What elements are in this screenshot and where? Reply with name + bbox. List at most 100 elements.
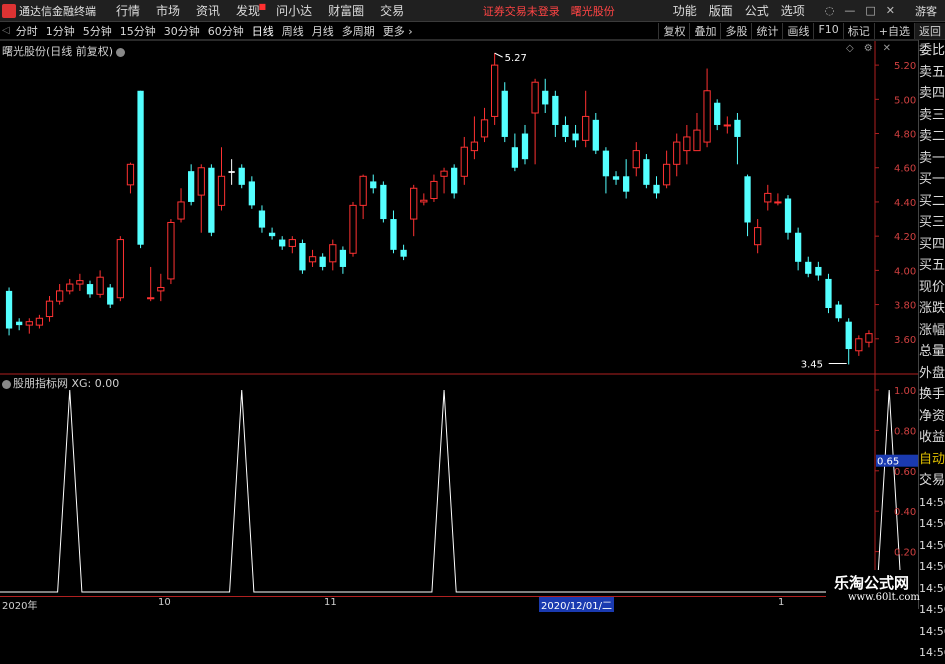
panel-row[interactable]: 买四 <box>919 234 945 256</box>
candle-body-up <box>531 81 539 114</box>
menu-ask-xiaoda[interactable]: 问小达 <box>268 2 320 19</box>
dropdown-icon[interactable] <box>116 47 126 57</box>
candle-body-down <box>825 278 832 308</box>
tool-stats-button[interactable]: 统计 <box>751 22 782 39</box>
tick-time: 14:56 <box>919 581 945 595</box>
period-tab[interactable]: 60分钟 <box>204 23 248 39</box>
panel-row[interactable]: 卖四 <box>919 83 945 105</box>
panel-row[interactable]: 买五 <box>919 255 945 277</box>
candle-body-down <box>805 261 812 274</box>
candle-body-up <box>349 204 357 254</box>
candle-body-up <box>855 338 863 352</box>
menu-trade[interactable]: 交易 <box>372 2 412 19</box>
auto-toggle[interactable]: 自动 <box>919 449 945 471</box>
period-tab[interactable]: 30分钟 <box>160 23 204 39</box>
minimize-icon[interactable]: — <box>844 4 855 17</box>
tick-time: 14:56 <box>919 538 945 552</box>
panel-row[interactable]: 涨幅 <box>919 320 945 342</box>
watermark-url: www.60lt.com <box>848 592 920 603</box>
panel-row[interactable]: 买一 <box>919 169 945 191</box>
period-tab[interactable]: 月线 <box>308 23 338 39</box>
candle-body-down <box>542 90 549 105</box>
menu-news[interactable]: 资讯 <box>188 2 228 19</box>
date-label: 11 <box>324 597 337 608</box>
tool-mark-button[interactable]: 标记 <box>842 22 874 39</box>
candle-body-up <box>157 286 165 292</box>
candle-body-up <box>662 163 671 186</box>
menu-market[interactable]: 市场 <box>148 2 188 19</box>
period-tab[interactable]: 15分钟 <box>116 23 160 39</box>
menu-options[interactable]: 选项 <box>775 2 811 19</box>
period-tab-active[interactable]: 日线 <box>248 23 278 39</box>
help-icon[interactable]: ◌ <box>825 4 835 17</box>
panel-row[interactable]: 换手 <box>919 384 945 406</box>
dropdown-icon[interactable] <box>2 379 11 389</box>
period-tab[interactable]: 多周期 <box>338 23 379 39</box>
panel-row[interactable]: 卖三 <box>919 105 945 127</box>
period-tab[interactable]: 1分钟 <box>42 23 79 39</box>
window-icons: ◌ — □ ✕ <box>825 4 895 17</box>
panel-row[interactable]: 涨跌 <box>919 298 945 320</box>
high-arrow <box>494 52 503 58</box>
candle-body-down <box>521 133 529 160</box>
candle-body-up <box>491 64 499 117</box>
panel-row[interactable]: 外盘 <box>919 363 945 385</box>
period-tab[interactable]: 5分钟 <box>79 23 116 39</box>
candle-body-up <box>430 180 438 200</box>
tool-f10-button[interactable]: F10 <box>813 22 842 39</box>
candle-body-up <box>359 175 367 206</box>
app-title: 通达信金融终端 <box>0 3 108 19</box>
candle-body-up <box>865 333 873 343</box>
panel-row[interactable]: 现价 <box>919 277 945 299</box>
panel-row[interactable]: 卖一 <box>919 148 945 170</box>
panel-row[interactable]: 卖二 <box>919 126 945 148</box>
candle-body-down <box>188 171 195 202</box>
tool-multi-stock-button[interactable]: 多股 <box>720 22 751 39</box>
candle-body-down <box>592 119 599 151</box>
chart-canvas[interactable]: 3.60 3.80 4.00 4.20 4.40 4.60 4.80 5.00 5.20 5.2… <box>0 40 918 596</box>
app-logo-icon <box>2 3 16 18</box>
indicator-title-text: 股朋指标网 XG: 0.00 <box>13 377 120 390</box>
tool-add-watchlist-button[interactable]: +自选 <box>873 22 914 39</box>
period-tab[interactable]: 分时 <box>12 23 42 39</box>
indicator-marker-label: 0.65 <box>877 457 899 468</box>
candle-body-up <box>754 227 762 246</box>
candle-body-down <box>845 321 852 350</box>
candle-body-down <box>16 321 23 326</box>
candle-body-up <box>764 192 772 203</box>
diamond-icon[interactable]: ◇ <box>846 43 854 54</box>
trade-tab[interactable]: 交易 <box>919 470 945 492</box>
price-tick-label: 3.80 <box>894 301 916 312</box>
period-prev-icon[interactable]: ◁ <box>0 25 12 36</box>
menu-market-quotes[interactable]: 行情 <box>108 2 148 19</box>
tool-draw-button[interactable]: 画线 <box>782 22 813 39</box>
period-tab[interactable]: 周线 <box>278 23 308 39</box>
candle-body-up <box>177 201 185 220</box>
menu-discover[interactable]: 发现 ■ <box>228 2 268 19</box>
close-icon[interactable]: ✕ <box>886 4 895 17</box>
tool-overlay-button[interactable]: 叠加 <box>689 22 720 39</box>
panel-row[interactable]: 卖五 <box>919 62 945 84</box>
panel-row[interactable]: 委比 <box>919 40 945 62</box>
panel-row[interactable]: 买三 <box>919 212 945 234</box>
guest-label[interactable]: 游客 <box>909 3 945 19</box>
candle-body-up <box>582 115 590 141</box>
panel-row[interactable]: 收益 <box>919 427 945 449</box>
candle-body-down <box>319 256 326 267</box>
menu-function[interactable]: 功能 <box>667 2 703 19</box>
candle-body-down <box>238 167 245 185</box>
tool-back-button[interactable]: 返回 <box>914 22 945 39</box>
indicator-tick-label: 0.80 <box>894 426 916 437</box>
settings-icon[interactable]: ⚙ <box>864 43 873 54</box>
close-panel-icon[interactable]: ✕ <box>883 43 891 54</box>
panel-row[interactable]: 总量 <box>919 341 945 363</box>
tool-adjust-button[interactable]: 复权 <box>658 22 689 39</box>
menu-formula[interactable]: 公式 <box>739 2 775 19</box>
candle-body-down <box>714 102 721 125</box>
menu-layout[interactable]: 版面 <box>703 2 739 19</box>
maximize-icon[interactable]: □ <box>865 4 875 17</box>
menu-wealth-circle[interactable]: 财富圈 <box>320 2 372 19</box>
period-tab-more[interactable]: 更多 › <box>379 23 417 39</box>
panel-row[interactable]: 净资 <box>919 406 945 428</box>
panel-row[interactable]: 买二 <box>919 191 945 213</box>
